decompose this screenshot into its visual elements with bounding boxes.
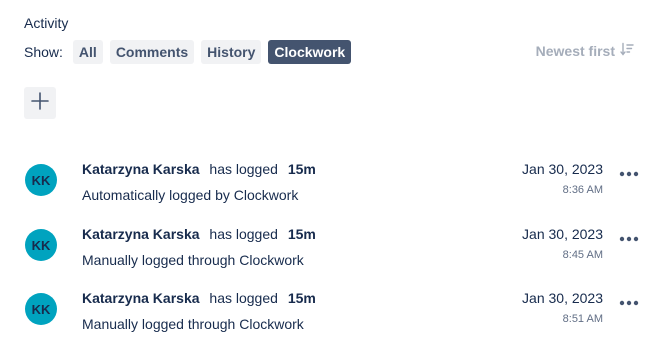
filter-all-button[interactable]: All <box>72 40 103 64</box>
worklog-headline: Katarzyna Karska has logged 15m <box>82 226 316 242</box>
worklog-date: Jan 30, 2023 <box>522 161 603 177</box>
avatar[interactable]: KK <box>25 229 57 261</box>
author-name[interactable]: Katarzyna Karska <box>82 226 200 242</box>
worklog-entry: KK Katarzyna Karska has logged 15m Manua… <box>0 290 668 346</box>
worklog-duration: 15m <box>287 290 316 306</box>
more-actions-button[interactable] <box>617 165 641 181</box>
more-actions-button[interactable] <box>617 294 641 310</box>
avatar[interactable]: KK <box>25 293 57 325</box>
sort-label: Newest first <box>535 42 615 59</box>
worklog-time: 8:51 AM <box>562 313 603 325</box>
worklog-entry: KK Katarzyna Karska has logged 15m Manua… <box>0 226 668 282</box>
author-name[interactable]: Katarzyna Karska <box>82 161 200 177</box>
sort-toggle-button[interactable]: Newest first <box>536 42 634 59</box>
worklog-verb: has logged <box>209 290 278 306</box>
worklog-entry: KK Katarzyna Karska has logged 15m Autom… <box>0 161 668 217</box>
worklog-description: Manually logged through Clockwork <box>82 252 304 268</box>
more-horizontal-icon <box>619 293 639 311</box>
worklog-description: Manually logged through Clockwork <box>82 316 304 332</box>
worklog-date: Jan 30, 2023 <box>522 290 603 306</box>
worklog-time: 8:36 AM <box>562 184 603 196</box>
plus-icon <box>31 91 49 115</box>
worklog-description: Automatically logged by Clockwork <box>82 187 299 203</box>
show-label: Show: <box>24 44 63 60</box>
worklog-date: Jan 30, 2023 <box>522 226 603 242</box>
more-horizontal-icon <box>619 164 639 182</box>
more-actions-button[interactable] <box>617 230 641 246</box>
worklog-time: 8:45 AM <box>562 249 603 261</box>
worklog-duration: 15m <box>287 161 316 177</box>
worklog-headline: Katarzyna Karska has logged 15m <box>82 290 316 306</box>
worklog-verb: has logged <box>209 226 278 242</box>
worklog-duration: 15m <box>287 226 316 242</box>
activity-title: Activity <box>24 15 69 31</box>
activity-filter-bar: Show: All Comments History Clockwork <box>24 40 358 64</box>
author-name[interactable]: Katarzyna Karska <box>82 290 200 306</box>
avatar[interactable]: KK <box>25 164 57 196</box>
filter-history-button[interactable]: History <box>201 40 262 64</box>
sort-descending-icon <box>620 42 634 59</box>
more-horizontal-icon <box>619 229 639 247</box>
filter-comments-button[interactable]: Comments <box>109 40 195 64</box>
worklog-headline: Katarzyna Karska has logged 15m <box>82 161 316 177</box>
add-worklog-button[interactable] <box>24 87 56 119</box>
filter-clockwork-button[interactable]: Clockwork <box>268 40 352 64</box>
worklog-verb: has logged <box>209 161 278 177</box>
